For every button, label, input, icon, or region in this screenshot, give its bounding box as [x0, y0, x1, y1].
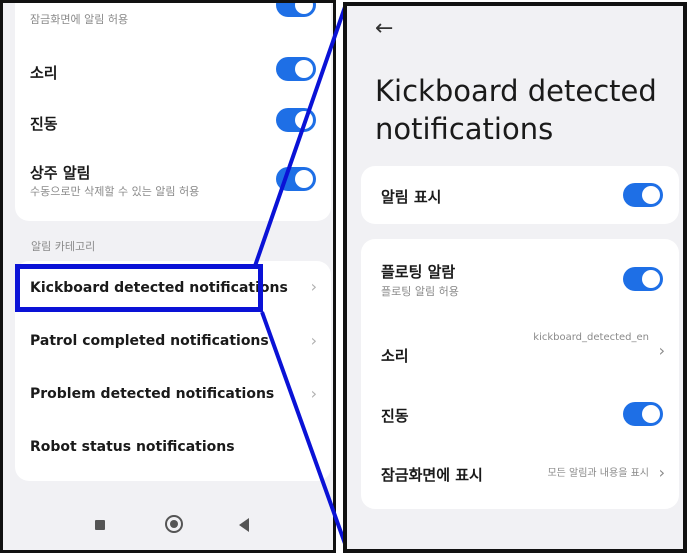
toggle-knob — [642, 186, 660, 204]
toggle-knob — [642, 270, 660, 288]
sound-toggle[interactable] — [276, 57, 316, 81]
floating-alarm-label: 플로팅 알람 — [381, 263, 456, 281]
nav-back-icon[interactable] — [239, 518, 249, 532]
persistent-notification-toggle[interactable] — [276, 167, 316, 191]
lockscreen-allow-toggle[interactable] — [276, 3, 316, 17]
toggle-knob — [295, 3, 313, 14]
category-item-robot-status[interactable]: Robot status notifications — [15, 433, 331, 465]
page-title: Kickboard detected notifications — [375, 74, 657, 146]
nav-recents-icon[interactable] — [95, 520, 105, 530]
category-item-label: Robot status notifications — [30, 439, 235, 455]
lockscreen-display-row[interactable]: 잠금화면에 표시 모든 알림과 내용을 표시 › — [361, 459, 679, 489]
persistent-notification-row[interactable]: 상주 알림 수동으로만 삭제할 수 있는 알림 허용 — [15, 158, 331, 210]
nav-home-icon[interactable] — [165, 515, 183, 533]
show-notifications-toggle[interactable] — [623, 183, 663, 207]
sound-setting-row[interactable]: 소리 kickboard_detected_en › — [361, 331, 679, 371]
lockscreen-allow-subtitle: 잠금화면에 알림 허용 — [30, 13, 129, 26]
persistent-notification-label: 상주 알림 — [30, 164, 91, 182]
sound-setting-value: kickboard_detected_en — [533, 332, 649, 343]
vibration-setting-label: 진동 — [381, 407, 409, 425]
chevron-right-icon: › — [658, 341, 665, 360]
right-phone-screen: ← Kickboard detected notifications 알림 표시… — [343, 2, 687, 553]
persistent-notification-subtitle: 수동으로만 삭제할 수 있는 알림 허용 — [30, 185, 200, 198]
lockscreen-display-value: 모든 알림과 내용을 표시 — [547, 468, 649, 479]
show-notifications-row[interactable]: 알림 표시 — [361, 166, 679, 224]
highlight-box — [15, 264, 263, 312]
toggle-knob — [295, 111, 313, 129]
vibration-setting-toggle[interactable] — [623, 402, 663, 426]
notification-category-label: 알림 카테고리 — [31, 240, 96, 253]
floating-alarm-subtitle: 플로팅 알림 허용 — [381, 285, 459, 298]
chevron-right-icon: › — [658, 463, 665, 482]
chevron-right-icon: › — [310, 384, 317, 403]
toggle-knob — [642, 405, 660, 423]
chevron-right-icon: › — [310, 277, 317, 296]
category-item-patrol[interactable]: Patrol completed notifications › — [15, 327, 331, 359]
sound-row[interactable]: 소리 — [15, 50, 331, 90]
category-item-problem[interactable]: Problem detected notifications › — [15, 380, 331, 412]
notification-settings-card: 잠금화면에 알림 허용 소리 진동 상주 알림 수동으로만 삭제할 수 있는 알… — [15, 3, 331, 221]
show-notifications-label: 알림 표시 — [381, 188, 442, 206]
sound-label: 소리 — [30, 64, 58, 82]
category-settings-card: 플로팅 알람 플로팅 알림 허용 소리 kickboard_detected_e… — [361, 239, 679, 509]
toggle-knob — [295, 60, 313, 78]
lockscreen-display-label: 잠금화면에 표시 — [381, 466, 483, 484]
back-arrow-icon[interactable]: ← — [375, 16, 393, 41]
vibration-setting-row[interactable]: 진동 — [361, 399, 679, 429]
chevron-right-icon: › — [310, 331, 317, 350]
category-item-label: Patrol completed notifications — [30, 333, 269, 349]
show-notifications-card: 알림 표시 — [361, 166, 679, 224]
toggle-knob — [295, 170, 313, 188]
lockscreen-allow-row[interactable]: 잠금화면에 알림 허용 — [15, 3, 331, 33]
category-item-label: Problem detected notifications — [30, 386, 275, 402]
sound-setting-label: 소리 — [381, 347, 409, 365]
vibration-toggle[interactable] — [276, 108, 316, 132]
vibration-row[interactable]: 진동 — [15, 101, 331, 141]
system-navigation-bar — [3, 502, 333, 550]
floating-alarm-toggle[interactable] — [623, 267, 663, 291]
vibration-label: 진동 — [30, 115, 58, 133]
floating-alarm-row[interactable]: 플로팅 알람 플로팅 알림 허용 — [361, 253, 679, 303]
